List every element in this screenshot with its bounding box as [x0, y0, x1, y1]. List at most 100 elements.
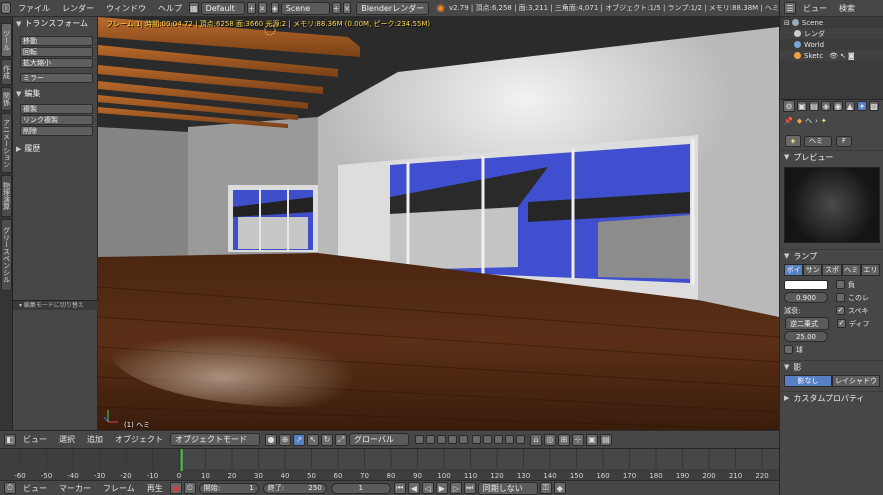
- layer-icon[interactable]: [459, 435, 468, 444]
- menu-frame[interactable]: フレーム: [97, 483, 141, 494]
- layer-icon[interactable]: [483, 435, 492, 444]
- layer-icon[interactable]: [437, 435, 446, 444]
- shading-icon[interactable]: ●: [265, 433, 277, 446]
- scene-tab-icon[interactable]: ◈: [821, 101, 831, 111]
- tab-grease-pencil[interactable]: グリースペンシル: [1, 219, 12, 291]
- lamp-type-point[interactable]: ポイ: [784, 264, 804, 276]
- remove-scene-icon[interactable]: ×: [342, 2, 352, 14]
- pin-icon[interactable]: 📌: [784, 117, 793, 125]
- screen-layout-select[interactable]: Default: [200, 1, 246, 15]
- record-icon[interactable]: ●: [169, 482, 182, 494]
- tab-animation[interactable]: アニメーション: [1, 113, 12, 173]
- layer-icon[interactable]: [516, 435, 525, 444]
- editor-type-icon[interactable]: ⚙: [783, 100, 795, 112]
- lamp-panel-header[interactable]: ▼ ランプ: [780, 249, 883, 262]
- menu-playback[interactable]: 再生: [141, 483, 169, 494]
- next-key-icon[interactable]: ▷: [449, 482, 462, 494]
- play-reverse-icon[interactable]: ◁: [421, 482, 434, 494]
- play-icon[interactable]: ▶: [435, 482, 448, 494]
- outliner-item-scene[interactable]: ⊟ Scene: [780, 17, 883, 28]
- transform-panel-header[interactable]: ▼ トランスフォーム: [13, 17, 97, 30]
- outliner-view-menu[interactable]: ビュー: [797, 3, 833, 14]
- lock-icon[interactable]: ⌂: [530, 433, 542, 446]
- lamp-type-hemi[interactable]: ヘミ: [841, 264, 861, 276]
- render-icon[interactable]: ▣: [586, 433, 598, 446]
- orientation-select[interactable]: グローバル: [349, 433, 409, 446]
- remove-screen-icon[interactable]: ×: [257, 2, 267, 14]
- editor-type-icon[interactable]: ⏱: [4, 482, 16, 494]
- tab-relations[interactable]: 関係: [1, 87, 12, 111]
- menu-view[interactable]: ビュー: [17, 434, 53, 445]
- render-tab-icon[interactable]: ▣: [797, 101, 807, 111]
- lamp-color-swatch[interactable]: [784, 279, 828, 290]
- prev-key-icon[interactable]: ◀: [407, 482, 420, 494]
- outliner-item-sketch[interactable]: Sketc 👁 ↖ ◙: [780, 50, 883, 61]
- menu-window[interactable]: ウィンドウ: [100, 3, 152, 14]
- current-frame-field[interactable]: 1: [330, 482, 391, 494]
- rotate-icon[interactable]: ↻: [321, 433, 333, 446]
- snap-target-icon[interactable]: ⊹: [572, 433, 584, 446]
- camera-icon[interactable]: ◙: [848, 52, 855, 60]
- end-frame-field[interactable]: 終了: 250: [262, 482, 327, 494]
- outliner-item-world[interactable]: World: [780, 39, 883, 50]
- layers-tab-icon[interactable]: ▤: [809, 101, 819, 111]
- layer-icon[interactable]: [505, 435, 514, 444]
- tab-tools[interactable]: ツール: [1, 23, 12, 57]
- lamp-browse-icon[interactable]: ✦: [785, 135, 801, 147]
- diffuse-checkbox[interactable]: ✓: [837, 319, 846, 328]
- scene-icon[interactable]: ◈: [270, 2, 279, 14]
- menu-file[interactable]: ファイル: [12, 3, 56, 14]
- negative-checkbox[interactable]: [836, 280, 845, 289]
- sphere-checkbox[interactable]: [784, 345, 793, 354]
- scale-button[interactable]: 拡大縮小: [20, 58, 93, 68]
- add-scene-icon[interactable]: +: [331, 2, 341, 14]
- history-panel-header[interactable]: ▶ 履歴: [13, 142, 97, 155]
- outliner-item-render-layers[interactable]: レンダ: [780, 28, 883, 39]
- translate-icon[interactable]: ↖: [307, 433, 319, 446]
- lamp-type-sun[interactable]: サン: [803, 264, 823, 276]
- mode-select[interactable]: オブジェクトモード: [170, 433, 260, 446]
- add-screen-icon[interactable]: +: [247, 2, 256, 14]
- keying-set-icon[interactable]: ⚿: [539, 482, 552, 494]
- jump-start-icon[interactable]: ⏮: [393, 482, 406, 494]
- insert-key-icon[interactable]: ◆: [553, 482, 566, 494]
- menu-render[interactable]: レンダー: [56, 3, 100, 14]
- editor-type-icon[interactable]: ☰: [784, 2, 796, 14]
- ray-shadow-option[interactable]: レイシャドウ: [832, 375, 880, 387]
- preview-panel-header[interactable]: ▼ プレビュー: [780, 150, 883, 163]
- falloff-select[interactable]: 逆二乗式: [785, 317, 829, 330]
- menu-add[interactable]: 追加: [81, 434, 109, 445]
- layer-icon[interactable]: [472, 435, 481, 444]
- world-tab-icon[interactable]: ◉: [833, 101, 843, 111]
- sync-mode-select[interactable]: 同期しない: [477, 481, 538, 495]
- lamp-type-area[interactable]: エリ: [860, 264, 881, 276]
- editor-type-icon[interactable]: ⓘ: [1, 2, 11, 14]
- screen-layout-icon[interactable]: ▦: [189, 2, 199, 14]
- layer-icon[interactable]: [415, 435, 424, 444]
- lamp-name-field[interactable]: ヘミ: [804, 135, 832, 147]
- scene-select[interactable]: Scene: [280, 1, 330, 15]
- layer-icon[interactable]: [426, 435, 435, 444]
- editor-type-icon[interactable]: ◧: [4, 433, 16, 446]
- layer-icon[interactable]: [494, 435, 503, 444]
- duplicate-button[interactable]: 複製: [20, 104, 93, 114]
- distance-field[interactable]: 25.00: [784, 331, 828, 342]
- shadow-panel-header[interactable]: ▼ 影: [780, 360, 883, 373]
- snap-icon[interactable]: ⊞: [558, 433, 570, 446]
- proportional-edit-icon[interactable]: ◎: [544, 433, 556, 446]
- outliner-search-menu[interactable]: 検索: [833, 3, 861, 14]
- timeline[interactable]: -60 -50 -40 -30 -20 -10 0 10 20 30 40 50 60 70 80 90 100…: [0, 448, 779, 480]
- eye-icon[interactable]: 👁: [829, 52, 838, 60]
- menu-view[interactable]: ビュー: [17, 483, 53, 494]
- layer-buttons[interactable]: [414, 435, 526, 444]
- layer-icon[interactable]: [448, 435, 457, 444]
- timeline-ruler[interactable]: -60 -50 -40 -30 -20 -10 0 10 20 30 40 50 60 70 80 90 100…: [0, 449, 779, 480]
- tab-physics[interactable]: 物理演算: [1, 175, 12, 217]
- custom-properties-panel-header[interactable]: ▶ カスタムプロパティ: [780, 391, 883, 404]
- render-anim-icon[interactable]: ▤: [600, 433, 612, 446]
- pivot-icon[interactable]: ⊕: [279, 433, 291, 446]
- 3d-viewport[interactable]: フレーム:1| 時間:00:04.72 | 頂点:6258 面:3660 光源:…: [98, 17, 779, 430]
- menu-help[interactable]: ヘルプ: [152, 3, 188, 14]
- duplicate-linked-button[interactable]: リンク複製: [20, 115, 93, 125]
- last-operator-panel[interactable]: ▾ 編集モードに切り替え: [13, 300, 98, 310]
